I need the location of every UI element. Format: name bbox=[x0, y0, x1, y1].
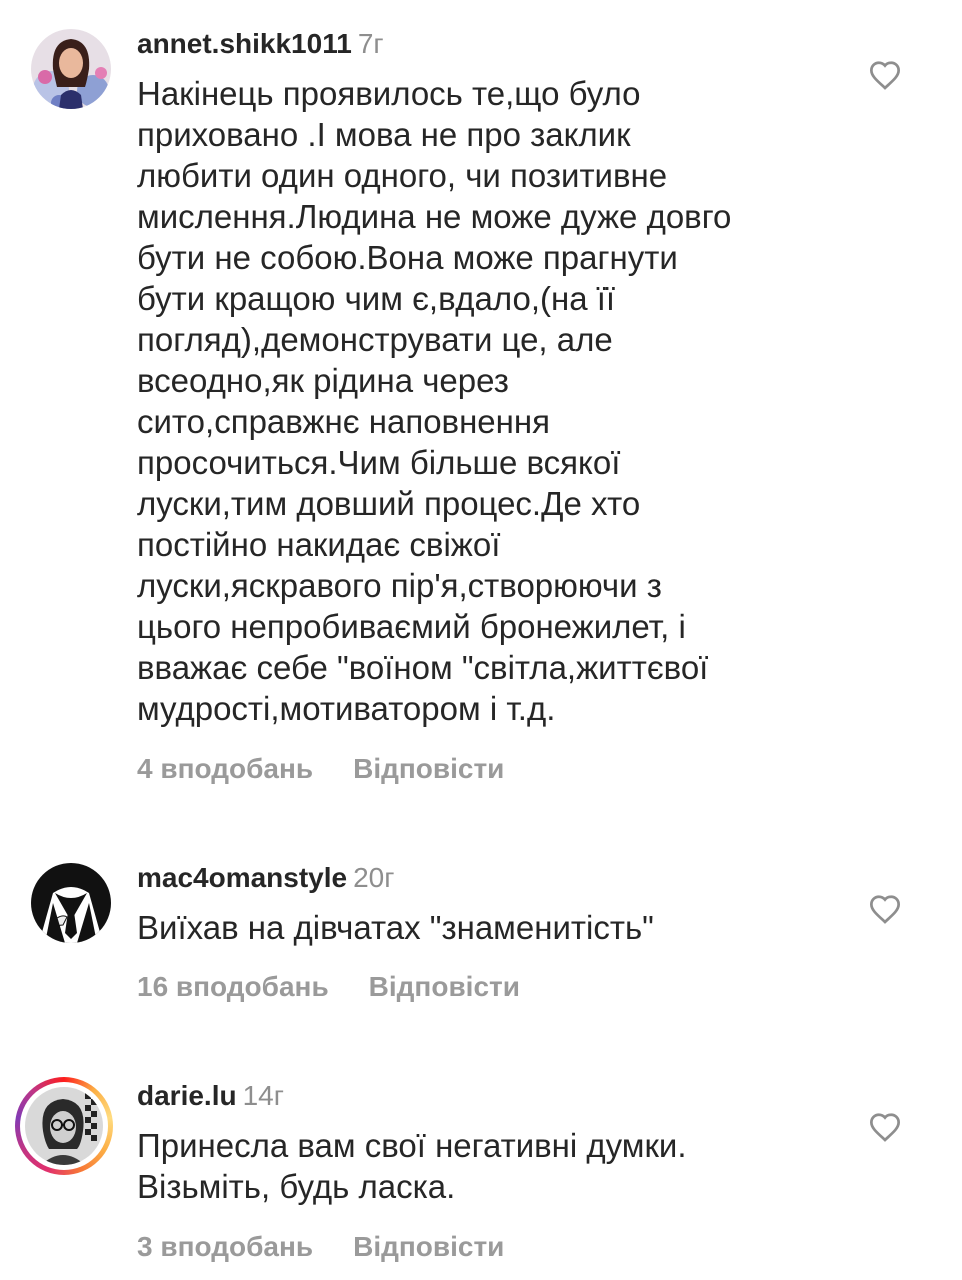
comment-meta: darie.lu 14г bbox=[137, 1079, 284, 1113]
likes-count[interactable]: 3 вподобань bbox=[137, 1231, 313, 1262]
comment-actions: 3 вподобань Відповісти bbox=[137, 1230, 504, 1264]
reply-button[interactable]: Відповісти bbox=[353, 1231, 504, 1262]
comment-text: Принесла вам свої негативні думки. Візьм… bbox=[137, 1127, 687, 1205]
username-link[interactable]: darie.lu bbox=[137, 1080, 237, 1111]
story-ring-avatar-icon[interactable] bbox=[15, 1077, 113, 1175]
comment-item: darie.lu 14г Принесла вам свої негативні … bbox=[0, 0, 962, 1280]
heart-outline-icon[interactable] bbox=[868, 1112, 902, 1142]
comment-time: 14г bbox=[242, 1080, 284, 1111]
